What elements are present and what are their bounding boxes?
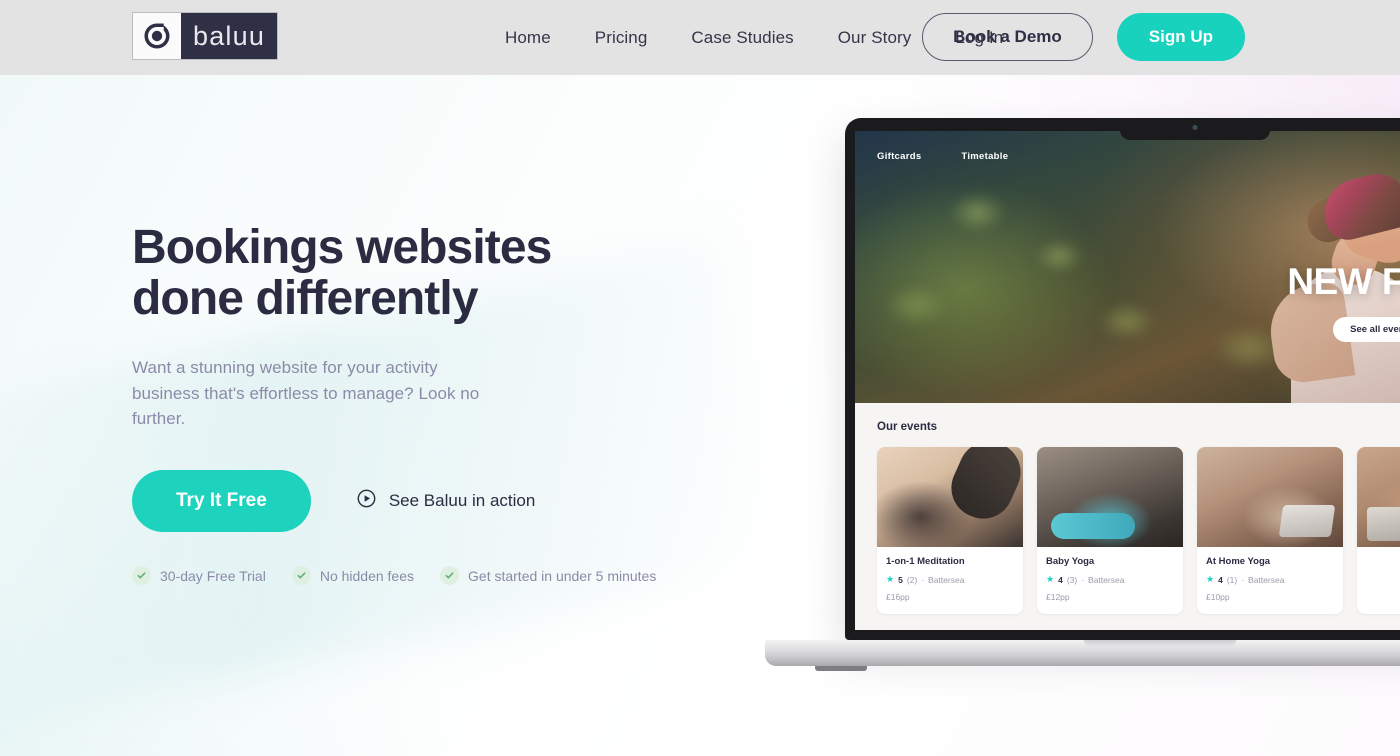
event-card-list: 1-on-1 Meditation ★ 5 (2) · Battersea £1…	[877, 447, 1400, 614]
events-heading: Our events	[877, 421, 938, 433]
site-header: baluu Home Pricing Case Studies Our Stor…	[0, 0, 1400, 75]
event-card-title: Baby Yoga	[1046, 556, 1095, 567]
mockup-hero-title: NEW FLOOM	[1287, 261, 1400, 302]
feature-label: Get started in under 5 minutes	[468, 567, 657, 584]
event-card-rating: ★ 4 (3) · Battersea	[1046, 574, 1174, 585]
event-card-body: At Home Yoga ★ 4 (1) · Battersea £10pp	[1197, 547, 1343, 614]
hero-section: Bookings websites done differently Want …	[132, 222, 732, 586]
mockup-nav-giftcards[interactable]: Giftcards	[877, 151, 921, 162]
laptop-foot	[815, 666, 867, 671]
brand-name: baluu	[193, 20, 266, 51]
event-card-title: 1-on-1 Meditation	[886, 556, 965, 567]
rating-value: 4	[1218, 574, 1223, 585]
event-card-price: £10pp	[1206, 592, 1230, 602]
mockup-events-section: Our events 1-on-1 Meditation ★ 5 (2) · B…	[855, 403, 1400, 614]
event-card-rating: ★ 5 (2) · Battersea	[886, 574, 1014, 585]
event-card-title: At Home Yoga	[1206, 556, 1271, 567]
event-card[interactable]	[1357, 447, 1400, 614]
nav-case-studies[interactable]: Case Studies	[691, 28, 793, 48]
rating-separator: ·	[921, 574, 925, 585]
event-card-body: 1-on-1 Meditation ★ 5 (2) · Battersea £1…	[877, 547, 1023, 614]
event-card[interactable]: At Home Yoga ★ 4 (1) · Battersea £10pp	[1197, 447, 1343, 614]
feature-label: No hidden fees	[319, 567, 415, 584]
feature-item: Get started in under 5 minutes	[440, 566, 657, 586]
mockup-nav-timetable[interactable]: Timetable	[961, 151, 1008, 162]
event-location: Battersea	[928, 574, 965, 585]
mockup-site-hero: Giftcards Timetable NEW FLOOM See all ev…	[855, 131, 1400, 403]
baluu-circle-mark-icon	[133, 13, 181, 59]
event-card-body: Baby Yoga ★ 4 (3) · Battersea £12pp	[1037, 547, 1183, 614]
see-baluu-in-action-link[interactable]: See Baluu in action	[357, 489, 536, 513]
check-circle-icon	[291, 566, 311, 586]
event-card-image	[1197, 447, 1343, 547]
book-a-demo-button[interactable]: Book a Demo	[922, 13, 1093, 61]
event-card-rating: ★ 4 (1) · Battersea	[1206, 574, 1334, 585]
review-count: (2)	[906, 574, 918, 585]
laptop-screen: Giftcards Timetable NEW FLOOM See all ev…	[855, 131, 1400, 630]
feature-label: 30-day Free Trial	[160, 567, 266, 584]
rating-value: 5	[898, 574, 903, 585]
brand-logo[interactable]: baluu	[132, 12, 278, 60]
star-icon: ★	[886, 574, 895, 584]
event-card-image	[877, 447, 1023, 547]
event-card-body	[1357, 547, 1400, 575]
hero-cta-row: Try It Free See Baluu in action	[132, 470, 732, 533]
star-icon: ★	[1046, 574, 1055, 584]
rating-value: 4	[1058, 574, 1063, 585]
rating-separator: ·	[1081, 574, 1085, 585]
feature-item: No hidden fees	[291, 566, 415, 586]
mockup-site-navigation: Giftcards Timetable	[877, 151, 1008, 162]
review-count: (3)	[1066, 574, 1078, 585]
laptop-base	[765, 640, 1400, 671]
nav-home[interactable]: Home	[505, 28, 551, 48]
event-card-image	[1037, 447, 1183, 547]
event-card-image	[1357, 447, 1400, 547]
event-card[interactable]: 1-on-1 Meditation ★ 5 (2) · Battersea £1…	[877, 447, 1023, 614]
see-baluu-in-action-label: See Baluu in action	[388, 491, 536, 511]
headline-line-2: done differently	[132, 272, 479, 326]
event-location: Battersea	[1248, 574, 1285, 585]
webcam-icon	[1192, 125, 1198, 130]
event-location: Battersea	[1088, 574, 1125, 585]
laptop-lid: Giftcards Timetable NEW FLOOM See all ev…	[845, 118, 1400, 640]
feature-item: 30-day Free Trial	[132, 566, 266, 586]
check-circle-icon	[440, 566, 460, 586]
event-card[interactable]: Baby Yoga ★ 4 (3) · Battersea £12pp	[1037, 447, 1183, 614]
nav-pricing[interactable]: Pricing	[595, 28, 648, 48]
hero-subtitle: Want a stunning website for your activit…	[132, 357, 480, 429]
star-icon: ★	[1206, 574, 1215, 584]
rating-separator: ·	[1241, 574, 1245, 585]
see-all-events-button[interactable]: See all events	[1333, 317, 1400, 342]
review-count: (1)	[1226, 574, 1238, 585]
play-circle-icon	[357, 489, 376, 513]
header-actions: Book a Demo Sign Up	[922, 13, 1245, 61]
check-circle-icon	[132, 566, 151, 586]
try-it-free-button[interactable]: Try It Free	[132, 470, 311, 533]
headline-line-1: Bookings websites	[132, 221, 552, 274]
nav-our-story[interactable]: Our Story	[838, 28, 912, 48]
sign-up-button[interactable]: Sign Up	[1116, 13, 1245, 61]
laptop-mockup: Giftcards Timetable NEW FLOOM See all ev…	[765, 118, 1400, 671]
page-title: Bookings websites done differently	[132, 222, 732, 325]
event-card-price: £16pp	[886, 592, 910, 602]
event-card-price: £12pp	[1046, 592, 1070, 602]
hero-feature-list: 30-day Free Trial No hidden fees Get sta…	[132, 566, 732, 586]
